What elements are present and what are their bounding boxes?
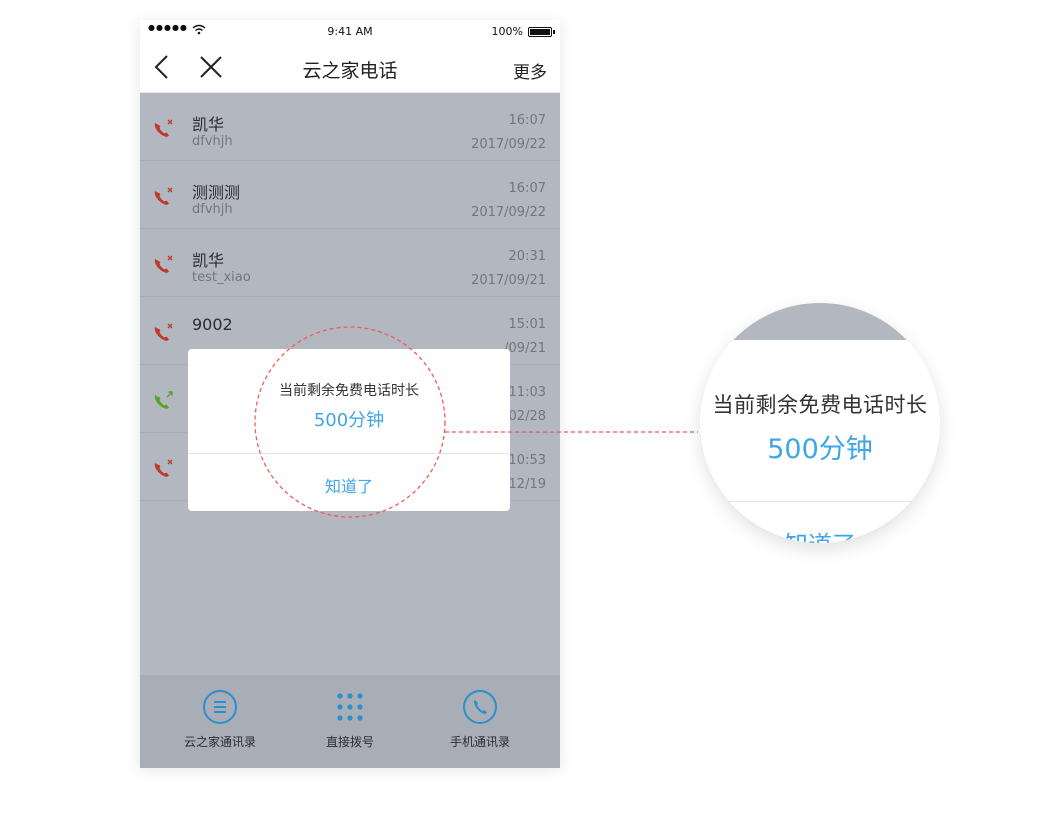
battery-tip bbox=[553, 30, 555, 34]
call-time: 16:07 bbox=[508, 113, 546, 128]
page-title: 云之家电话 bbox=[302, 60, 398, 82]
zoom-remaining-minutes: 500分钟 bbox=[767, 434, 873, 465]
contacts-list-icon bbox=[203, 690, 237, 724]
call-log-row[interactable]: 凯华 dfvhjh 16:07 2017/09/22 bbox=[140, 93, 560, 161]
missed-call-icon bbox=[154, 119, 173, 137]
call-date: 2017/09/21 bbox=[471, 273, 546, 288]
caller-name: 9002 bbox=[192, 315, 233, 334]
tab-phone-contacts[interactable]: 手机通讯录 bbox=[410, 689, 550, 750]
call-time: 11:03 bbox=[508, 385, 546, 400]
call-date: /12/19 bbox=[504, 477, 546, 492]
battery-percent: 100% bbox=[491, 25, 523, 38]
zoom-dialog-divider bbox=[700, 501, 940, 502]
tab-dialpad-label: 直接拨号 bbox=[325, 735, 374, 749]
dialpad-icon bbox=[337, 693, 363, 721]
call-time: 16:07 bbox=[508, 181, 546, 196]
call-time: 10:53 bbox=[508, 453, 546, 468]
caller-name: 测测测 bbox=[192, 183, 241, 202]
tab-dialpad[interactable]: 直接拨号 bbox=[280, 689, 420, 750]
missed-call-icon bbox=[154, 323, 173, 341]
tab-contacts-label: 云之家通讯录 bbox=[183, 735, 256, 749]
tab-contacts[interactable]: 云之家通讯录 bbox=[150, 689, 290, 750]
dialog-message: 当前剩余免费电话时长 bbox=[279, 383, 419, 399]
missed-call-icon bbox=[154, 459, 173, 477]
call-time: 20:31 bbox=[508, 249, 546, 264]
outgoing-call-icon bbox=[154, 391, 173, 409]
navigation-bar: 云之家电话 更多 bbox=[140, 44, 560, 93]
call-log-row[interactable]: 测测测 dfvhjh 16:07 2017/09/22 bbox=[140, 161, 560, 229]
dialog-divider bbox=[188, 453, 510, 454]
call-time: 15:01 bbox=[508, 317, 546, 332]
more-button[interactable]: 更多 bbox=[513, 58, 547, 83]
call-date: 2017/09/22 bbox=[471, 137, 546, 152]
zoom-dialog-message: 当前剩余免费电话时长 bbox=[712, 393, 928, 417]
tab-phone-contacts-label: 手机通讯录 bbox=[449, 735, 510, 749]
free-minutes-dialog: 当前剩余免费电话时长 500分钟 知道了 bbox=[188, 349, 510, 511]
call-log-row[interactable]: 凯华 test_xiao 20:31 2017/09/21 bbox=[140, 229, 560, 297]
battery-icon bbox=[528, 27, 552, 37]
missed-call-icon bbox=[154, 187, 173, 205]
status-bar: ●●●●● 9:41 AM 100% bbox=[140, 20, 560, 44]
caller-account: dfvhjh bbox=[192, 134, 233, 149]
caller-account: dfvhjh bbox=[192, 202, 233, 217]
caller-account: test_xiao bbox=[192, 270, 251, 285]
bottom-tab-bar: 云之家通讯录 直接拨号 手机通讯录 bbox=[140, 675, 560, 768]
zoom-confirm-label: 知道了 bbox=[700, 525, 940, 543]
remaining-minutes: 500分钟 bbox=[313, 410, 385, 431]
caller-name: 凯华 bbox=[192, 115, 225, 134]
phone-icon bbox=[463, 690, 497, 724]
zoom-dimmed-area bbox=[700, 303, 940, 340]
confirm-button[interactable]: 知道了 bbox=[188, 473, 510, 497]
missed-call-icon bbox=[154, 255, 173, 273]
call-date: /02/28 bbox=[504, 409, 546, 424]
caller-name: 凯华 bbox=[192, 251, 225, 270]
call-date: /09/21 bbox=[504, 341, 546, 356]
zoom-magnifier: 当前剩余免费电话时长 500分钟 知道了 bbox=[700, 303, 940, 543]
call-date: 2017/09/22 bbox=[471, 205, 546, 220]
battery-level-fill bbox=[530, 29, 550, 35]
